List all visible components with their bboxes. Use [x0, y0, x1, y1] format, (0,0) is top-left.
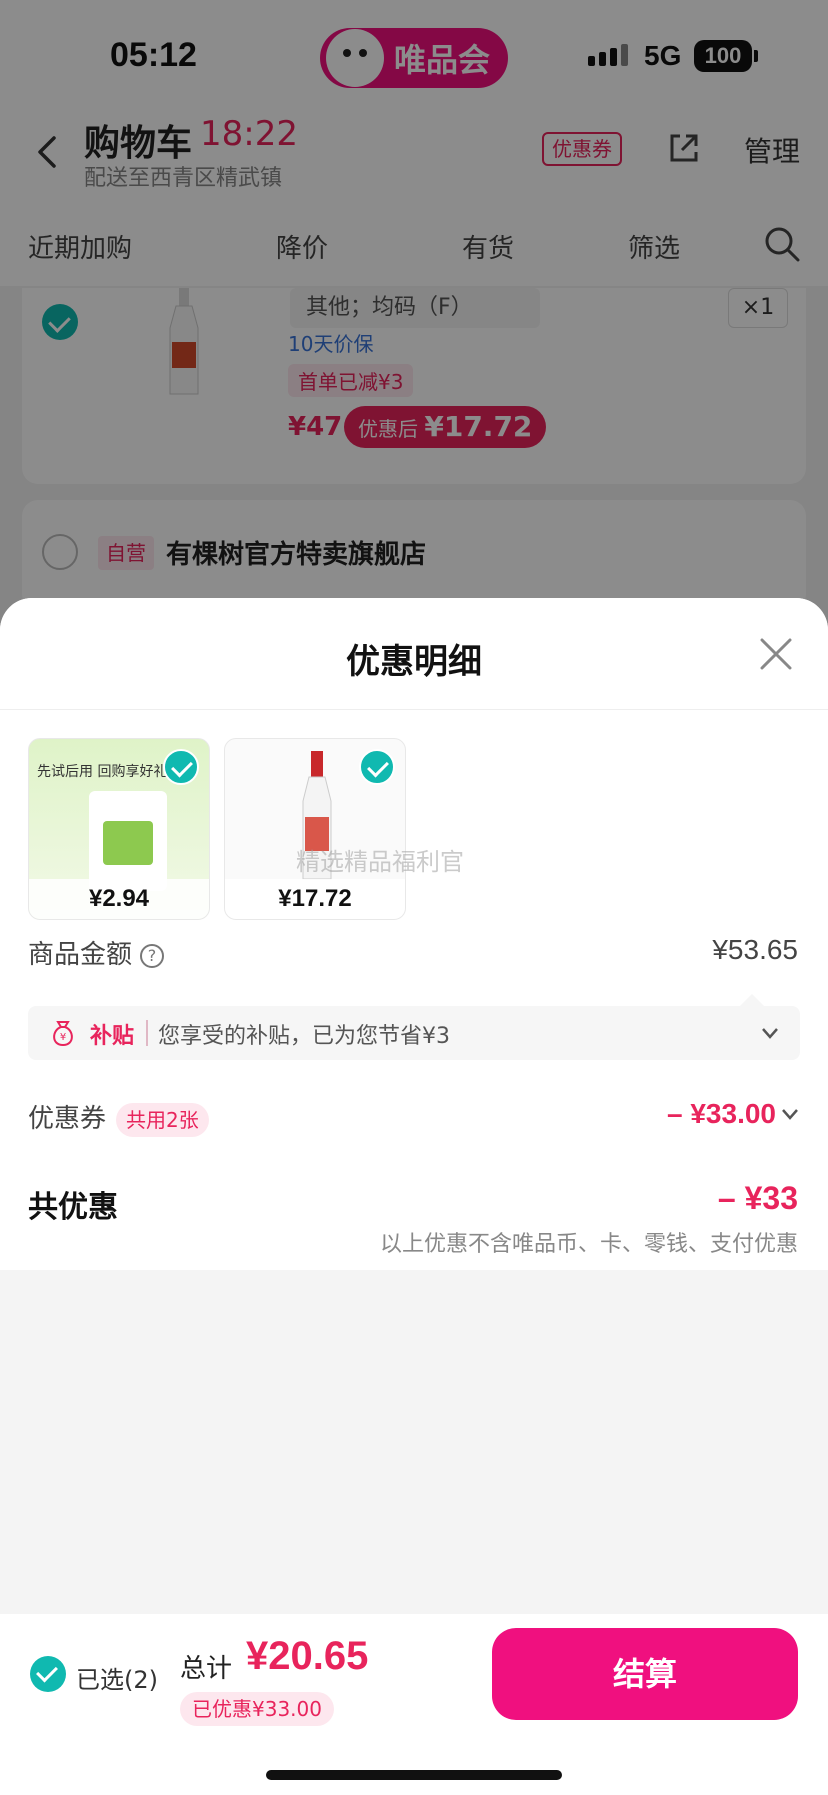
saved-amount-toggle[interactable]: 已优惠¥33.00: [180, 1692, 334, 1726]
total-discount-note: 以上优惠不含唯品币、卡、零钱、支付优惠: [379, 1232, 798, 1257]
total-label: 总计: [180, 1654, 233, 1684]
coupon-label: 优惠券: [28, 1104, 107, 1134]
product-price: ¥2.94: [29, 879, 209, 919]
divider: [146, 1020, 148, 1046]
svg-text:¥: ¥: [60, 1032, 66, 1043]
checkout-bar: 已选(2) 总计 ¥20.65 已优惠¥33.00 结算: [0, 1614, 828, 1795]
coupon-row: 优惠券 共用2张: [28, 1098, 209, 1137]
selected-count[interactable]: 已选(2): [76, 1660, 158, 1695]
goods-amount-value: ¥53.65: [712, 934, 798, 965]
subsidy-panel[interactable]: ¥ 补贴 您享受的补贴，已为您节省¥3: [28, 994, 800, 1060]
checkout-button[interactable]: 结算: [492, 1628, 798, 1720]
goods-amount-label: 商品金额: [28, 940, 133, 970]
sheet-title: 优惠明细: [346, 642, 482, 682]
coupon-count-badge[interactable]: 共用2张: [116, 1102, 209, 1137]
sheet-body: 先试后用 回购享好礼 ¥2.94 ¥17.72 精选精品福利官 商品金额? ¥5…: [0, 710, 828, 1270]
coupon-amount[interactable]: – ¥33.00: [667, 1098, 776, 1130]
watermark-text: 精选精品福利官: [296, 848, 464, 876]
total-discount-label: 共优惠: [28, 1190, 118, 1225]
total-discount-value: – ¥33: [717, 1180, 798, 1216]
product-thumb-1[interactable]: 先试后用 回购享好礼 ¥2.94: [28, 738, 210, 920]
select-all-checkbox[interactable]: [30, 1656, 66, 1692]
product-price: ¥17.72: [225, 879, 405, 919]
goods-amount-row: 商品金额?: [28, 934, 165, 971]
thumb-check-icon: [163, 749, 199, 785]
product-banner-text: 先试后用 回购享好礼: [37, 764, 168, 780]
chevron-down-icon: [762, 1028, 778, 1039]
product-thumb-2[interactable]: ¥17.72: [224, 738, 406, 920]
money-bag-icon: ¥: [53, 1021, 73, 1047]
close-icon[interactable]: [756, 634, 796, 674]
home-indicator[interactable]: [266, 1770, 562, 1780]
help-icon[interactable]: ?: [140, 943, 165, 968]
product-package-image: [89, 791, 167, 891]
chevron-down-icon[interactable]: [780, 1104, 800, 1124]
subsidy-label: 补贴: [90, 1024, 135, 1049]
thumb-check-icon: [359, 749, 395, 785]
total-price: ¥20.65: [246, 1634, 369, 1678]
subsidy-description: 您享受的补贴，已为您节省¥3: [158, 1024, 450, 1049]
sheet-header: 优惠明细: [0, 598, 828, 710]
